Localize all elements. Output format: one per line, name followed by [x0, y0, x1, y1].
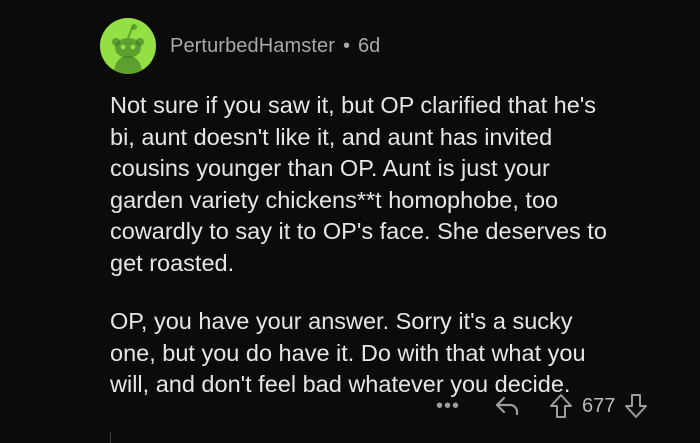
comment-header: PerturbedHamster • 6d — [100, 18, 380, 74]
comment-body: Not sure if you saw it, but OP clarified… — [110, 90, 685, 401]
upvote-arrow-icon — [550, 394, 572, 418]
comment-paragraph-1: Not sure if you saw it, but OP clarified… — [110, 92, 607, 276]
downvote-button[interactable] — [621, 391, 651, 421]
reply-arrow-icon — [495, 396, 519, 416]
meta-separator: • — [343, 34, 351, 57]
more-options-button[interactable]: ••• — [430, 395, 466, 418]
avatar[interactable] — [100, 18, 156, 74]
downvote-arrow-icon — [625, 394, 648, 418]
snoo-avatar-icon — [112, 24, 144, 74]
vote-count: 677 — [582, 394, 616, 417]
thread-line — [110, 432, 111, 443]
ellipsis-icon: ••• — [435, 394, 460, 417]
comment-paragraph-2: OP, you have your answer. Sorry it's a s… — [110, 308, 586, 397]
upvote-button[interactable] — [546, 391, 576, 421]
username[interactable]: PerturbedHamster — [170, 35, 335, 58]
comment-actions: ••• 677 — [430, 390, 651, 422]
reply-button[interactable] — [492, 391, 522, 421]
comment-age: 6d — [358, 34, 381, 57]
